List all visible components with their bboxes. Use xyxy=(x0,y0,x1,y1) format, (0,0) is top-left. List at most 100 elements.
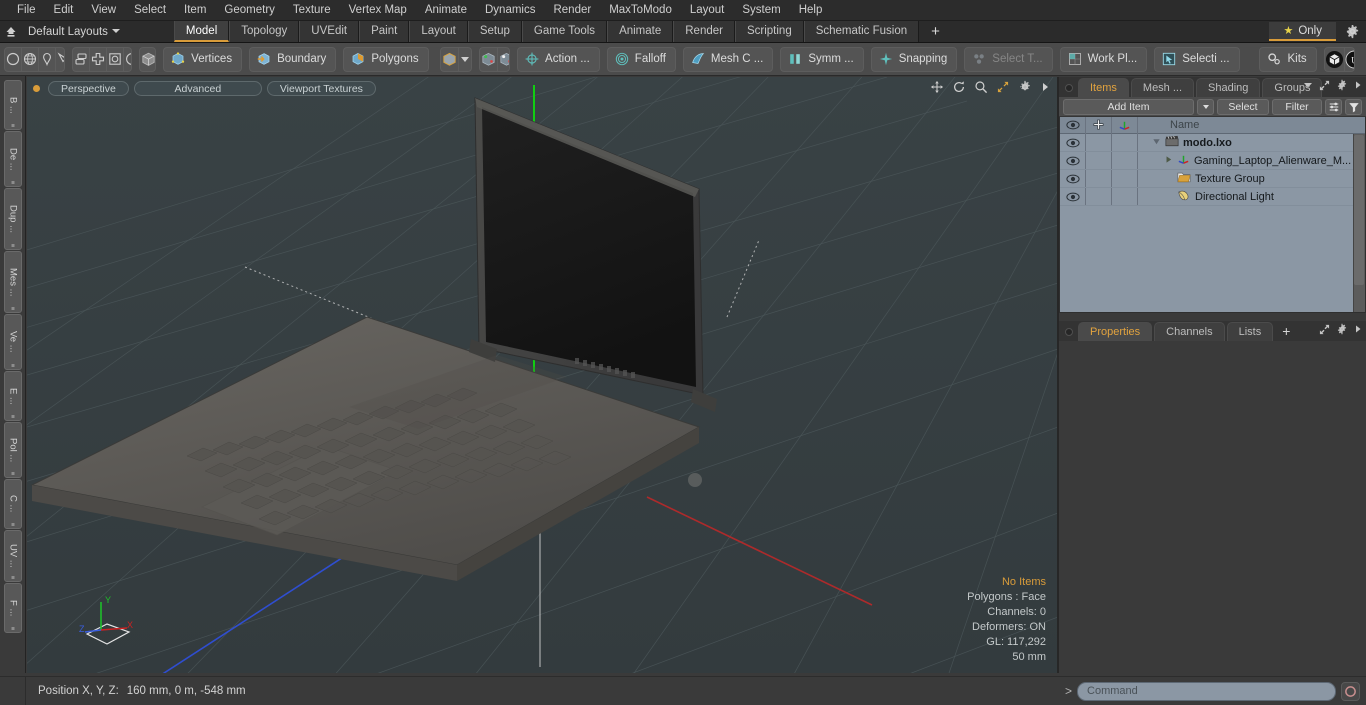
scrollbar-thumb[interactable] xyxy=(1354,135,1364,285)
menu-item-maxtomodo[interactable]: MaxToModo xyxy=(600,0,681,21)
tab-scripting[interactable]: Scripting xyxy=(734,21,804,42)
gear-icon[interactable] xyxy=(1336,323,1348,338)
unreal-engine-icon[interactable]: U xyxy=(1345,48,1354,71)
select-through-button[interactable]: Select T... xyxy=(964,46,1053,72)
tab-mesh[interactable]: Mesh ... xyxy=(1130,78,1195,97)
work-plane-button[interactable]: Work Pl... xyxy=(1059,46,1148,72)
select-button[interactable]: Select xyxy=(1217,98,1269,115)
rotate-icon[interactable] xyxy=(952,80,966,97)
vertices-mode-button[interactable]: Vertices xyxy=(163,46,243,72)
funnel-icon[interactable] xyxy=(1345,98,1362,115)
menu-item-texture[interactable]: Texture xyxy=(284,0,340,21)
record-icon[interactable] xyxy=(1341,681,1360,701)
tab-shading[interactable]: Shading xyxy=(1196,78,1261,97)
polygons-mode-button[interactable]: Polygons xyxy=(343,46,429,72)
tab-layout[interactable]: Layout xyxy=(409,21,468,42)
item-row-scene[interactable]: modo.lxo xyxy=(1138,135,1365,150)
eye-icon[interactable] xyxy=(1060,188,1086,205)
menu-item-item[interactable]: Item xyxy=(175,0,215,21)
viewport-arrow-icon[interactable] xyxy=(1040,80,1050,97)
move-cell[interactable] xyxy=(1086,188,1112,205)
move-cell[interactable] xyxy=(1086,170,1112,187)
tab-schematic-fusion[interactable]: Schematic Fusion xyxy=(803,21,920,42)
move-cell[interactable] xyxy=(1086,152,1112,169)
menu-item-vertex-map[interactable]: Vertex Map xyxy=(340,0,416,21)
kits-button[interactable]: Kits xyxy=(1259,46,1317,72)
axis-cell[interactable] xyxy=(1112,170,1138,187)
bounding-box-icon[interactable] xyxy=(107,47,124,71)
tab-items[interactable]: Items xyxy=(1078,78,1129,97)
snap-cube-white-icon[interactable] xyxy=(498,48,510,71)
falloff-button[interactable]: Falloff xyxy=(606,46,676,72)
table-row[interactable]: Gaming_Laptop_Alienware_M... xyxy=(1060,152,1365,170)
tab-channels[interactable]: Channels xyxy=(1154,322,1225,341)
axis-cell[interactable] xyxy=(1112,134,1138,151)
cube-item-icon[interactable] xyxy=(140,48,156,71)
item-row-mesh[interactable]: Gaming_Laptop_Alienware_M... xyxy=(1138,153,1365,169)
vtab-vertex[interactable]: Ve ... xyxy=(3,314,22,370)
vtab-fusion[interactable]: F ... xyxy=(3,583,22,633)
viewport-textures-dropdown[interactable]: Viewport Textures xyxy=(266,80,376,96)
expand-icon[interactable] xyxy=(1319,80,1330,94)
panel-menu-dot[interactable] xyxy=(1065,328,1073,336)
chevron-right-icon[interactable] xyxy=(1354,80,1362,93)
eye-icon[interactable] xyxy=(1060,170,1086,187)
viewport-shading-dropdown[interactable]: Advanced xyxy=(133,80,262,96)
expand-icon[interactable] xyxy=(1319,324,1330,338)
eye-icon[interactable] xyxy=(1060,134,1086,151)
modo-cube-icon[interactable] xyxy=(1325,47,1345,71)
default-layouts-dropdown[interactable]: Default Layouts xyxy=(22,26,130,38)
vtab-duplicate[interactable]: Dup ... xyxy=(3,188,22,250)
tab-uvedit[interactable]: UVEdit xyxy=(299,21,360,42)
vtab-deform[interactable]: De ... xyxy=(3,131,22,187)
symmetry-button[interactable]: Symm ... xyxy=(780,46,864,72)
tab-setup[interactable]: Setup xyxy=(467,21,522,42)
selection-sets-button[interactable]: Selecti ... xyxy=(1154,46,1240,72)
add-item-dropdown-icon[interactable] xyxy=(1197,98,1214,115)
paint-select-icon[interactable] xyxy=(56,48,64,71)
only-toggle-button[interactable]: ★ Only xyxy=(1269,22,1336,41)
home-icon[interactable] xyxy=(0,21,22,43)
tab-animate[interactable]: Animate xyxy=(607,21,674,42)
menu-item-render[interactable]: Render xyxy=(544,0,600,21)
vtab-uv[interactable]: UV ... xyxy=(3,530,22,582)
tab-lists[interactable]: Lists xyxy=(1226,322,1274,341)
tab-render[interactable]: Render xyxy=(673,21,735,42)
mesh-constraint-button[interactable]: Mesh C ... xyxy=(682,46,774,72)
action-center-button[interactable]: Action ... xyxy=(517,46,600,72)
lasso-select-icon[interactable] xyxy=(39,47,56,71)
filter-button[interactable]: Filter xyxy=(1272,98,1322,115)
menu-item-select[interactable]: Select xyxy=(125,0,175,21)
gear-icon[interactable] xyxy=(1336,79,1348,94)
tab-paint[interactable]: Paint xyxy=(359,21,410,42)
align-icon[interactable] xyxy=(73,47,90,71)
menu-item-help[interactable]: Help xyxy=(790,0,832,21)
item-row-directional-light[interactable]: Directional Light xyxy=(1138,189,1365,205)
menu-item-animate[interactable]: Animate xyxy=(416,0,476,21)
boundary-mode-button[interactable]: Boundary xyxy=(249,46,337,72)
gear-icon[interactable] xyxy=(1345,24,1360,42)
command-input[interactable] xyxy=(1077,681,1336,701)
menu-item-view[interactable]: View xyxy=(82,0,125,21)
radial-icon[interactable] xyxy=(124,48,132,71)
vtab-mesh-edit[interactable]: Mes ... xyxy=(3,251,22,313)
chevron-right-icon[interactable] xyxy=(1354,324,1362,337)
menu-item-edit[interactable]: Edit xyxy=(45,0,83,21)
status-bar-handle[interactable] xyxy=(0,676,26,705)
pan-icon[interactable] xyxy=(930,80,944,97)
item-row-texture-group[interactable]: Texture Group xyxy=(1138,171,1365,186)
table-row[interactable]: modo.lxo xyxy=(1060,134,1365,152)
item-tree[interactable]: Name modo.lxo Gaming_Laptop_Alienware_M.… xyxy=(1059,117,1366,313)
table-row[interactable]: Directional Light xyxy=(1060,188,1365,206)
axis-cell[interactable] xyxy=(1112,152,1138,169)
vtab-curve[interactable]: C ... xyxy=(3,479,22,529)
move-cell[interactable] xyxy=(1086,134,1112,151)
menu-item-system[interactable]: System xyxy=(733,0,789,21)
cube-mode-icon[interactable] xyxy=(441,47,460,71)
perspective-viewport[interactable]: Perspective Advanced Viewport Textures Y… xyxy=(27,77,1058,673)
list-options-icon[interactable] xyxy=(1325,98,1342,115)
eye-icon[interactable] xyxy=(1060,152,1086,169)
circle-select-icon[interactable] xyxy=(5,47,22,71)
vtab-edge[interactable]: E ... xyxy=(3,371,22,421)
panel-menu-dot[interactable] xyxy=(1065,84,1073,92)
